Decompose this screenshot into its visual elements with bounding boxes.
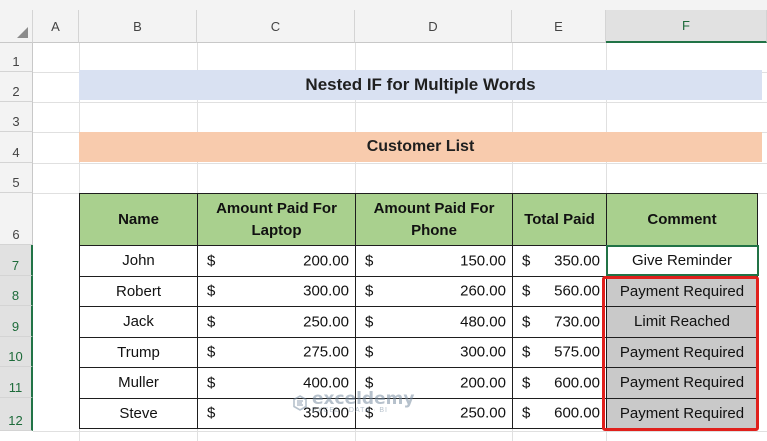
- row-header-3[interactable]: 3: [0, 102, 33, 132]
- row-header-10[interactable]: 10: [0, 337, 33, 367]
- currency-symbol: $: [522, 282, 531, 300]
- cell-laptop[interactable]: $300.00: [197, 275, 356, 307]
- cell-name[interactable]: Steve: [79, 397, 198, 429]
- currency-symbol: $: [207, 252, 216, 270]
- cell-name[interactable]: Trump: [79, 336, 198, 368]
- exceldemy-logo-icon: [293, 394, 307, 411]
- cell-name[interactable]: Robert: [79, 275, 198, 307]
- currency-symbol: $: [522, 343, 531, 361]
- highlight-outline: [602, 276, 759, 431]
- row-header-2[interactable]: 2: [0, 72, 33, 102]
- cell-laptop[interactable]: $200.00: [197, 245, 356, 277]
- column-header-f[interactable]: F: [606, 10, 767, 43]
- currency-symbol: $: [522, 404, 531, 422]
- cell-total[interactable]: $600.00: [512, 367, 607, 399]
- amount: 260.00: [460, 282, 506, 300]
- amount: 560.00: [554, 282, 600, 300]
- sheet-title[interactable]: Nested IF for Multiple Words: [79, 70, 762, 100]
- select-all-button[interactable]: [0, 10, 33, 43]
- cell-name[interactable]: Muller: [79, 367, 198, 399]
- table-row: John $200.00 $150.00 $350.00 Give Remind…: [79, 245, 758, 277]
- cell-total[interactable]: $600.00: [512, 397, 607, 429]
- amount: 150.00: [460, 252, 506, 270]
- cell-total[interactable]: $350.00: [512, 245, 607, 277]
- cell-phone[interactable]: $300.00: [355, 336, 513, 368]
- currency-symbol: $: [207, 313, 216, 331]
- row-header-8[interactable]: 8: [0, 276, 33, 306]
- row-header-5[interactable]: 5: [0, 163, 33, 193]
- cell-phone[interactable]: $150.00: [355, 245, 513, 277]
- header-total[interactable]: Total Paid: [512, 193, 607, 246]
- currency-symbol: $: [365, 313, 374, 331]
- header-laptop[interactable]: Amount Paid For Laptop: [197, 193, 356, 246]
- amount: 200.00: [303, 252, 349, 270]
- currency-symbol: $: [522, 313, 531, 331]
- currency-symbol: $: [207, 404, 216, 422]
- cell-laptop[interactable]: $275.00: [197, 336, 356, 368]
- cell-name[interactable]: Jack: [79, 306, 198, 338]
- cell-total[interactable]: $560.00: [512, 275, 607, 307]
- amount: 350.00: [554, 252, 600, 270]
- column-header-c[interactable]: C: [197, 10, 355, 43]
- column-header-e[interactable]: E: [512, 10, 606, 43]
- amount: 200.00: [460, 374, 506, 392]
- spreadsheet-area: A B C D E F 1 2 3 4 5 6 7 8 9 10 11 12 N…: [0, 0, 767, 441]
- currency-symbol: $: [365, 252, 374, 270]
- amount: 300.00: [303, 282, 349, 300]
- row-header-4[interactable]: 4: [0, 132, 33, 163]
- watermark: exceldemy EXCEL · DATA · BI: [292, 391, 414, 414]
- amount: 275.00: [303, 343, 349, 361]
- row-header-12[interactable]: 12: [0, 398, 33, 431]
- amount: 600.00: [554, 374, 600, 392]
- amount: 575.00: [554, 343, 600, 361]
- cell-total[interactable]: $575.00: [512, 336, 607, 368]
- amount: 250.00: [460, 404, 506, 422]
- select-all-icon: [17, 27, 28, 38]
- row-header-6[interactable]: 6: [0, 193, 33, 245]
- cell-name[interactable]: John: [79, 245, 198, 277]
- column-header-d[interactable]: D: [355, 10, 512, 43]
- gridline: [33, 431, 767, 432]
- row-header-9[interactable]: 9: [0, 306, 33, 337]
- header-comment[interactable]: Comment: [606, 193, 758, 246]
- currency-symbol: $: [207, 343, 216, 361]
- currency-symbol: $: [365, 282, 374, 300]
- row-header-7[interactable]: 7: [0, 245, 33, 276]
- row-header-1[interactable]: 1: [0, 43, 33, 72]
- header-phone[interactable]: Amount Paid For Phone: [355, 193, 513, 246]
- amount: 730.00: [554, 313, 600, 331]
- watermark-name: exceldemy: [312, 389, 415, 409]
- currency-symbol: $: [207, 374, 216, 392]
- cell-phone[interactable]: $260.00: [355, 275, 513, 307]
- amount: 600.00: [554, 404, 600, 422]
- cell-total[interactable]: $730.00: [512, 306, 607, 338]
- gridline: [33, 102, 767, 103]
- amount: 250.00: [303, 313, 349, 331]
- cell-laptop[interactable]: $250.00: [197, 306, 356, 338]
- amount: 480.00: [460, 313, 506, 331]
- gridline: [33, 163, 767, 164]
- cell-comment[interactable]: Give Reminder: [606, 245, 758, 277]
- currency-symbol: $: [522, 374, 531, 392]
- column-header-b[interactable]: B: [79, 10, 197, 43]
- currency-symbol: $: [365, 343, 374, 361]
- currency-symbol: $: [207, 282, 216, 300]
- header-name[interactable]: Name: [79, 193, 198, 246]
- cell-phone[interactable]: $480.00: [355, 306, 513, 338]
- row-header-11[interactable]: 11: [0, 367, 33, 398]
- sheet-subtitle[interactable]: Customer List: [79, 132, 762, 162]
- currency-symbol: $: [522, 252, 531, 270]
- column-header-a[interactable]: A: [33, 10, 79, 43]
- amount: 300.00: [460, 343, 506, 361]
